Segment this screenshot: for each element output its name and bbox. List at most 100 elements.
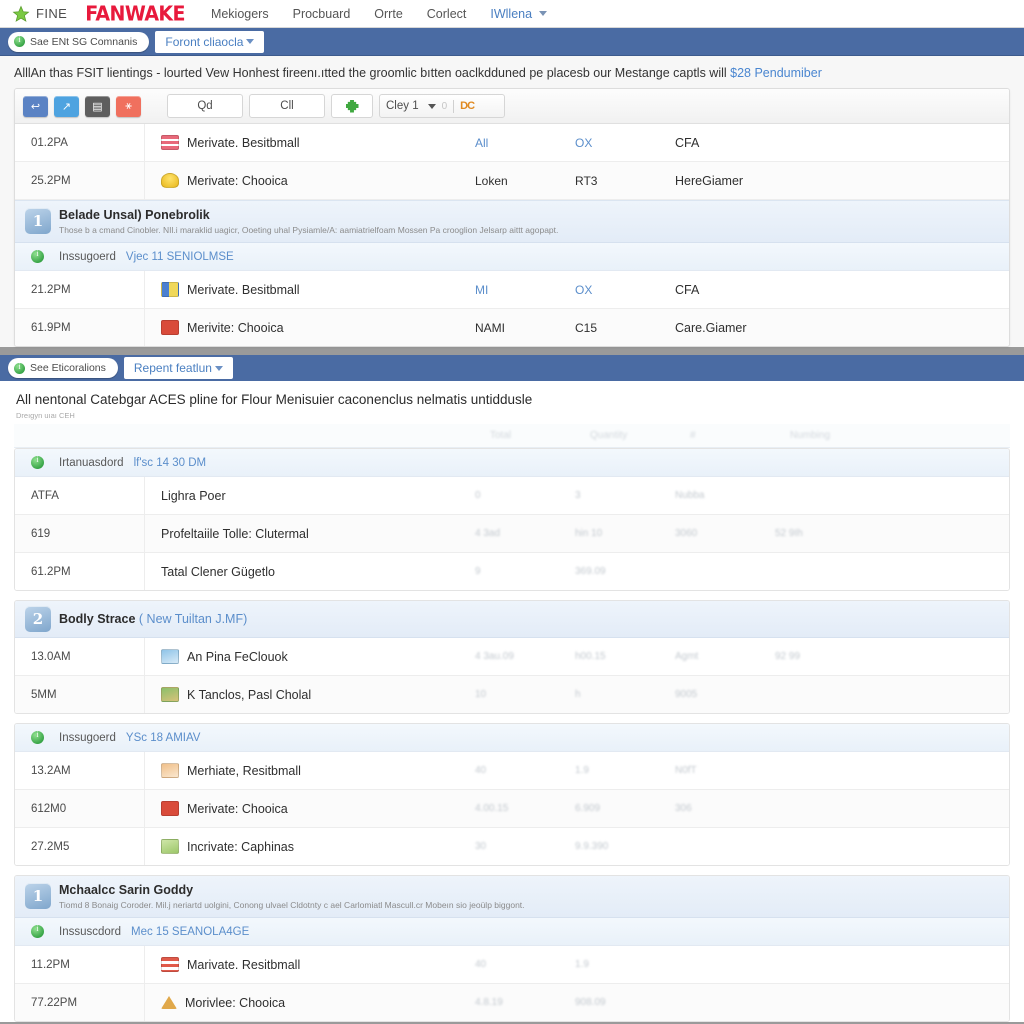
- nav-link-0[interactable]: Mekiogers: [211, 7, 269, 21]
- headline-region: AlllAn thas FSIT lientings - lourted Vew…: [0, 56, 1024, 88]
- row-name-cell: Merivate: Chooica: [145, 173, 475, 188]
- table-row[interactable]: 11.2PM Marivate. Resitbmall 40 1.9: [15, 946, 1009, 984]
- section-title: Bodly Strace ( New Tuiltan J.MF): [59, 612, 247, 626]
- row-v1: 4 3au.09: [475, 651, 514, 662]
- info-icon: [14, 362, 25, 374]
- status-pill-button-2[interactable]: See Eticoralions: [8, 358, 118, 378]
- row-name: Morivlee: Chooica: [185, 995, 286, 1010]
- row-v1: 4.8.19: [475, 997, 503, 1008]
- row-v2: 1.9: [575, 765, 589, 776]
- row-time: 25.2PM: [15, 162, 145, 199]
- clay-select[interactable]: Cley 1 0 DC: [379, 94, 505, 118]
- row-v2: hin 10: [575, 528, 603, 539]
- row-col1: NAMI: [475, 320, 505, 335]
- toolbar: ↩ ↗ ▤ ⚹ Qd Cll Cley 1 0 DC: [15, 89, 1009, 124]
- table-row[interactable]: 5MM K Tanclos, Pasl Cholal 10 h 9005: [15, 676, 1009, 713]
- forward-icon[interactable]: ↗: [54, 95, 79, 117]
- status-link[interactable]: Vjec 11 SENIOLMSE: [126, 251, 234, 263]
- table-row[interactable]: 61.2PM Tatal Clener Gügetlo 9 369.09: [15, 553, 1009, 590]
- divider: [453, 99, 455, 113]
- row-name: Profeltaiile Tolle: Clutermal: [161, 526, 309, 541]
- row-v4: 52 9Ih: [775, 528, 803, 539]
- nav-link-2[interactable]: Orrte: [374, 7, 402, 21]
- app-root: FINE FANWAKE Mekiogers Procbuard Orrte C…: [0, 0, 1024, 1024]
- status-pill-button[interactable]: Sae ENt SG Comnanis: [8, 31, 150, 52]
- row-v1: 10: [475, 689, 487, 700]
- puzzle-button[interactable]: [331, 94, 373, 118]
- row-col2[interactable]: OX: [575, 283, 675, 297]
- table-row[interactable]: 13.0AM An Pina FeClouok 4 3au.09 h00.15 …: [15, 638, 1009, 676]
- row-name: K Tanclos, Pasl Cholal: [187, 687, 312, 702]
- status-label: Inssugoerd: [59, 731, 116, 744]
- row-time: 5MM: [15, 676, 145, 713]
- panel-secondary: Total Quantity # Numbing Irtanuasdord lf…: [0, 424, 1024, 1022]
- table-row[interactable]: 01.2PA Merivate. Besitbmall All OX CFA: [15, 124, 1009, 162]
- status-link[interactable]: YSc 18 AMIAV: [126, 732, 201, 744]
- chevron-down-icon[interactable]: [539, 11, 548, 16]
- chevron-down-icon: [246, 39, 255, 44]
- tab-repent-feature[interactable]: Repent featlun: [123, 357, 233, 379]
- avatar: 1: [25, 208, 51, 234]
- clay-select-faded: 0: [441, 100, 448, 112]
- cll-button[interactable]: Cll: [249, 94, 325, 118]
- reply-icon[interactable]: ↩: [23, 95, 48, 117]
- row-name-cell: K Tanclos, Pasl Cholal: [145, 687, 475, 702]
- headline-text: AlllAn thas FSIT lientings - lourted Vew…: [14, 66, 1010, 80]
- row-v1: 9: [475, 566, 481, 577]
- avatar: 2: [25, 606, 51, 632]
- section-title: Belade Unsal) Ponebrolik: [59, 208, 210, 222]
- row-col2[interactable]: OX: [575, 136, 675, 150]
- brand-logo[interactable]: FANWAKE: [85, 2, 185, 25]
- row-name-cell: Morivlee: Chooica: [145, 996, 475, 1010]
- table-row[interactable]: 13.2AM Merhiate, Resitbmall 40 1.9 N0fT: [15, 752, 1009, 790]
- status-strip: Inssugoerd Vjec 11 SENIOLMSE: [15, 243, 1009, 271]
- nav-link-1[interactable]: Procbuard: [293, 7, 351, 21]
- row-time: 619: [15, 515, 145, 552]
- row-col1[interactable]: All: [475, 136, 575, 150]
- table-row[interactable]: 619 Profeltaiile Tolle: Clutermal 4 3ad …: [15, 515, 1009, 553]
- table-row[interactable]: 21.2PM Merivate. Besitbmall MI OX CFA: [15, 271, 1009, 309]
- dc-badge[interactable]: DC: [460, 100, 475, 112]
- status-link[interactable]: lf'sc 14 30 DM: [134, 457, 207, 469]
- delete-icon[interactable]: ⚹: [116, 95, 141, 117]
- row-name: Merivite: Chooica: [187, 320, 284, 335]
- section-title-sub[interactable]: ( New Tuiltan J.MF): [139, 612, 247, 626]
- row-time: 13.0AM: [15, 638, 145, 675]
- archive-icon[interactable]: ▤: [85, 95, 110, 117]
- section-header: 1 Belade Unsal) Ponebrolik Those b a cma…: [15, 200, 1009, 243]
- table-row[interactable]: 27.2M5 Incrivate: Caphinas 30 9.9.390: [15, 828, 1009, 865]
- bulb-icon: [161, 173, 179, 188]
- table-row[interactable]: 61.9PM Merivite: Chooica NAMI C15 Care.G…: [15, 309, 1009, 346]
- row-time: 61.2PM: [15, 553, 145, 590]
- section-description: Those b a cmand Cinobler. NIl.i maraklid…: [59, 225, 559, 235]
- headline-link[interactable]: $28 Pendumiber: [730, 66, 822, 80]
- table-row[interactable]: 612M0 Merivate: Chooica 4.00.15 6.909 30…: [15, 790, 1009, 828]
- row-name-cell: Marivate. Resitbmall: [145, 957, 475, 972]
- row-name: An Pina FeClouok: [187, 649, 288, 664]
- row-col3: CFA: [675, 282, 700, 297]
- landscape-icon: [161, 687, 179, 702]
- table-row[interactable]: 77.22PM Morivlee: Chooica 4.8.19 908.09: [15, 984, 1009, 1021]
- peach-icon: [161, 763, 179, 778]
- row-name: Marivate. Resitbmall: [187, 957, 301, 972]
- nav-user-menu[interactable]: IWllena: [490, 7, 532, 21]
- row-col3: Care.Giamer: [675, 320, 747, 335]
- brand-secondary: FINE: [36, 6, 68, 21]
- qd-button[interactable]: Qd: [167, 94, 243, 118]
- group-card: 1 Mchaalcc Sarin Goddy Tiomd 8 Bonaig Co…: [14, 875, 1010, 1022]
- row-col2: C15: [575, 320, 598, 335]
- tab-front-check[interactable]: Foront cliaocla: [155, 30, 265, 53]
- status-link[interactable]: Mec 15 SEANOLA4GE: [131, 926, 249, 938]
- stripe-icon: [161, 957, 179, 972]
- info-icon: [31, 249, 44, 263]
- clay-select-value: Cley 1: [386, 100, 419, 112]
- row-col1[interactable]: MI: [475, 283, 575, 297]
- table-row[interactable]: ATFA Lighra Poer 0 3 Nubba: [15, 477, 1009, 515]
- col-header-total: Total: [490, 430, 512, 441]
- table-row[interactable]: 25.2PM Merivate: Chooica Loken RT3 HereG…: [15, 162, 1009, 200]
- nav-link-3[interactable]: Corlect: [427, 7, 467, 21]
- row-name: Merivate: Chooica: [187, 173, 288, 188]
- col-header-hash: #: [690, 430, 696, 441]
- red-figure-icon: [161, 801, 179, 816]
- col-header-quantity: Quantity: [590, 430, 628, 441]
